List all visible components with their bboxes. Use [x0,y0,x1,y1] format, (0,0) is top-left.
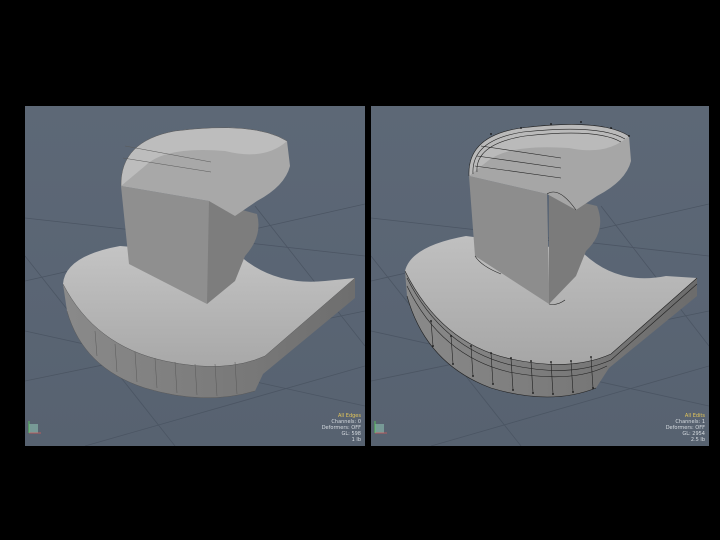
hud-units: 1 lb [351,437,361,443]
viewport-left[interactable]: All Edges Channels: 0 Deformers: OFF GL:… [25,106,365,446]
model-low-subdivision [25,127,365,446]
viewport-info-right: All Edits Channels: 1 Deformers: OFF GL:… [666,413,705,443]
viewport-info-left: All Edges Channels: 0 Deformers: OFF GL:… [322,413,361,443]
axis-orientation-icon [374,421,387,434]
viewport-right[interactable]: All Edits Channels: 1 Deformers: OFF GL:… [371,106,709,446]
model-high-subdivision [371,121,709,446]
axis-orientation-icon [28,421,41,434]
hud-units: 2.5 lb [690,437,705,443]
